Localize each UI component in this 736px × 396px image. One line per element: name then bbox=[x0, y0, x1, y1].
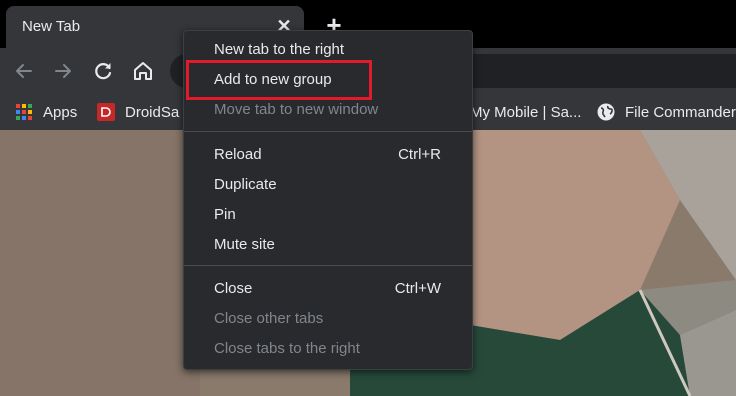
bookmark-my-mobile[interactable]: My Mobile | Sa... bbox=[470, 94, 581, 130]
bookmark-label: Apps bbox=[43, 103, 78, 121]
apps-grid-icon bbox=[16, 104, 32, 120]
menu-separator bbox=[184, 131, 472, 132]
bookmark-apps[interactable]: Apps bbox=[15, 94, 77, 130]
arrow-right-icon[interactable] bbox=[51, 59, 75, 83]
bookmark-file-commander[interactable]: File Commander bbox=[597, 94, 736, 130]
droidsans-icon bbox=[97, 103, 115, 121]
highlight-box bbox=[186, 60, 372, 100]
menu-item-duplicate[interactable]: Duplicate bbox=[184, 170, 472, 200]
menu-item-reload[interactable]: Reload Ctrl+R bbox=[184, 140, 472, 170]
bookmark-label: File Commander bbox=[625, 103, 736, 121]
menu-item-close-other-tabs: Close other tabs bbox=[184, 304, 472, 334]
menu-item-pin[interactable]: Pin bbox=[184, 200, 472, 230]
menu-item-shortcut: Ctrl+R bbox=[398, 146, 441, 163]
reload-icon[interactable] bbox=[91, 59, 115, 83]
bookmark-label: DroidSa bbox=[125, 103, 180, 121]
menu-item-shortcut: Ctrl+W bbox=[394, 280, 441, 297]
menu-separator bbox=[184, 265, 472, 266]
tab-title: New Tab bbox=[22, 18, 81, 35]
globe-icon bbox=[597, 103, 615, 121]
menu-item-label: Close other tabs bbox=[214, 310, 324, 327]
menu-item-label: Reload bbox=[214, 146, 262, 163]
home-icon[interactable] bbox=[131, 59, 155, 83]
menu-item-mute-site[interactable]: Mute site bbox=[184, 230, 472, 260]
arrow-left-icon[interactable] bbox=[12, 59, 36, 83]
menu-item-close-tabs-right: Close tabs to the right bbox=[184, 334, 472, 364]
menu-item-label: Duplicate bbox=[214, 176, 277, 193]
menu-item-label: Mute site bbox=[214, 236, 275, 253]
menu-item-label: Pin bbox=[214, 206, 236, 223]
menu-item-label: Close tabs to the right bbox=[214, 340, 360, 357]
bookmark-label: My Mobile | Sa... bbox=[470, 103, 582, 121]
menu-item-close[interactable]: Close Ctrl+W bbox=[184, 274, 472, 304]
bookmark-droidsans[interactable]: DroidSa bbox=[97, 94, 179, 130]
menu-item-label: Close bbox=[214, 280, 253, 297]
